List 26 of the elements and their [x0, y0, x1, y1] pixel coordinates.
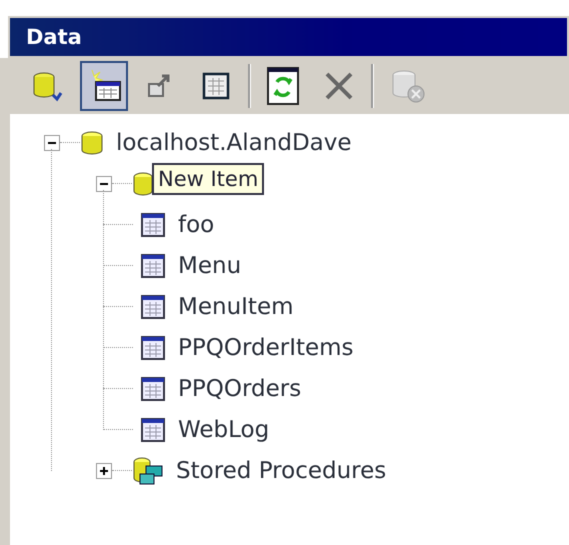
expand-toggle[interactable]: [96, 462, 112, 478]
collapse-toggle[interactable]: [96, 176, 112, 192]
tree-item[interactable]: Stored Procedures: [176, 458, 386, 484]
new-table-button[interactable]: [80, 61, 128, 111]
tree-item[interactable]: PPQOrderItems: [178, 334, 354, 360]
table-icon: [140, 334, 166, 360]
table-icon: [140, 252, 166, 278]
table-icon: [140, 376, 166, 402]
refresh-icon: [266, 66, 300, 106]
tree-item[interactable]: Menu: [178, 252, 242, 278]
procedures-icon: [132, 456, 164, 486]
collapse-toggle[interactable]: [44, 134, 60, 150]
table-icon: [140, 294, 166, 320]
database-icon: [80, 130, 104, 156]
tree-item[interactable]: PPQOrders: [178, 376, 302, 402]
tree-item[interactable]: localhost.AlandDave: [116, 130, 352, 156]
panel-title: Data: [26, 25, 82, 49]
table-icon: [140, 416, 166, 442]
tooltip: New Item: [152, 163, 264, 195]
delete-icon: [323, 70, 355, 102]
tree-item[interactable]: WebLog: [178, 416, 270, 442]
database-icon: [132, 170, 154, 196]
tree-item[interactable]: foo: [178, 212, 214, 238]
table-icon: [201, 71, 231, 101]
tree-item[interactable]: MenuItem: [178, 294, 294, 320]
table-icon: [140, 212, 166, 238]
